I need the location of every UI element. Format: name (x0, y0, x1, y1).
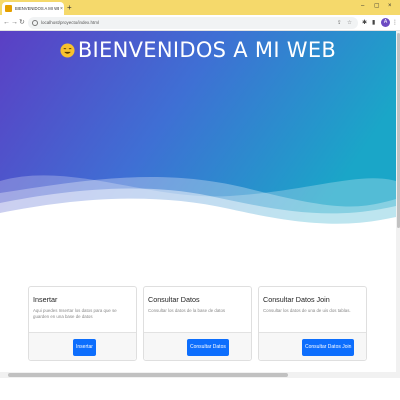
site-info-icon[interactable] (32, 20, 38, 26)
smiley-emoji-icon (60, 42, 75, 58)
vertical-scroll-thumb[interactable] (396, 33, 400, 228)
favicon-icon (5, 5, 12, 12)
profile-avatar[interactable]: A (381, 18, 390, 27)
forward-icon[interactable]: → (11, 18, 18, 27)
reload-icon[interactable]: ↻ (19, 18, 25, 27)
card-footer: Consultar Datos (144, 332, 251, 360)
window-bottom (0, 378, 400, 400)
vertical-scrollbar[interactable] (396, 31, 400, 392)
tab-title: BIENVENIDOS A MI WEB (15, 6, 59, 11)
hero-title-wrap: BIENVENIDOS A MI WEB (0, 38, 396, 62)
browser-tab-bar: BIENVENIDOS A MI WEB × + – ▢ × (0, 0, 400, 15)
consultar-datos-join-button[interactable]: Consultar Datos Join (302, 339, 355, 356)
page-title: BIENVENIDOS A MI WEB (77, 38, 337, 62)
card-text: Consultar los datos de la base de datos (148, 308, 226, 313)
back-icon[interactable]: ← (3, 18, 10, 27)
extensions-icon[interactable]: ✱ (362, 19, 367, 27)
card-title: Consultar Datos Join (263, 295, 330, 304)
insertar-button[interactable]: Insertar (73, 339, 96, 356)
restore-icon[interactable]: ▢ (374, 2, 380, 11)
consultar-datos-button[interactable]: Consultar Datos (187, 339, 229, 356)
new-tab-button[interactable]: + (67, 3, 72, 12)
card-title: Insertar (33, 295, 58, 304)
card-consultar-datos-join: Consultar Datos Join Consultar los datos… (258, 286, 367, 361)
tab-close-icon[interactable]: × (60, 6, 63, 12)
hero-banner: BIENVENIDOS A MI WEB (0, 31, 396, 236)
close-window-icon[interactable]: × (388, 2, 392, 11)
menu-icon[interactable]: ⋮ (392, 19, 398, 27)
horizontal-scroll-thumb[interactable] (8, 373, 288, 377)
card-title: Consultar Datos (148, 295, 200, 304)
browser-tab[interactable]: BIENVENIDOS A MI WEB × (2, 2, 64, 15)
card-text: Aqui puedes Insertar los datos para que … (33, 308, 117, 320)
bookmark-star-icon[interactable]: ☆ (347, 19, 352, 27)
card-footer: Consultar Datos Join (259, 332, 366, 360)
card-consultar-datos: Consultar Datos Consultar los datos de l… (143, 286, 252, 361)
share-icon[interactable]: ⇪ (337, 19, 342, 27)
page-viewport: BIENVENIDOS A MI WEB Insertar Aqui puede… (0, 31, 396, 392)
side-panel-icon[interactable]: ▮ (372, 19, 375, 27)
address-url[interactable]: localhost/proyecto/index.html (41, 20, 99, 25)
address-bar[interactable]: localhost/proyecto/index.html ⇪ ☆ (28, 17, 358, 29)
card-insertar: Insertar Aqui puedes Insertar los datos … (28, 286, 137, 361)
browser-toolbar: ← → ↻ localhost/proyecto/index.html ⇪ ☆ … (0, 15, 400, 31)
card-text: Consultar los datos de una de uis dos ta… (263, 308, 351, 313)
minimize-icon[interactable]: – (361, 2, 364, 11)
card-footer: Insertar (29, 332, 136, 360)
